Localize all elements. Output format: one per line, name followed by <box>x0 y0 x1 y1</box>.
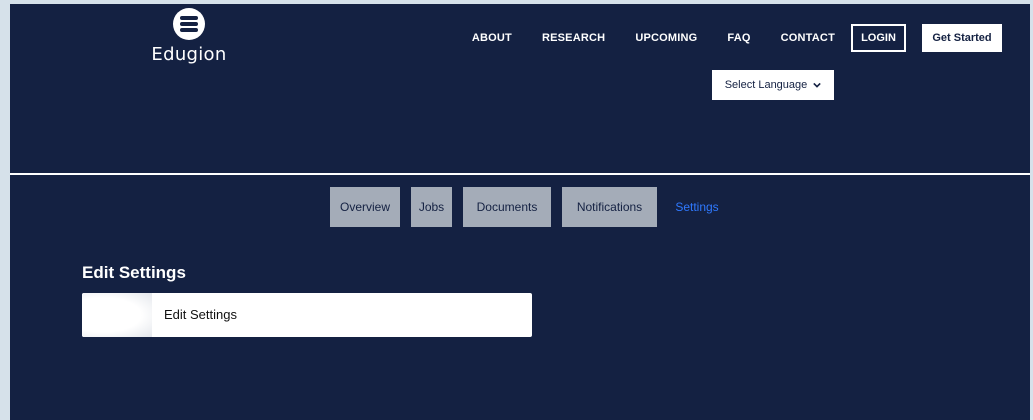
edit-settings-card[interactable]: Edit Settings <box>82 293 532 337</box>
language-select-label: Select Language <box>724 79 808 91</box>
nav-research-link[interactable]: RESEARCH <box>542 32 605 44</box>
login-button[interactable]: LOGIN <box>851 24 906 52</box>
dashboard-tabs: Overview Jobs Documents Notifications Se… <box>330 187 737 227</box>
tab-jobs[interactable]: Jobs <box>411 187 452 227</box>
get-started-button[interactable]: Get Started <box>922 24 1002 52</box>
tab-settings[interactable]: Settings <box>668 187 726 227</box>
tab-notifications[interactable]: Notifications <box>562 187 657 227</box>
card-shade <box>82 293 152 337</box>
nav-upcoming-link[interactable]: UPCOMING <box>635 32 697 44</box>
brand-logo[interactable]: Edugion <box>144 8 234 70</box>
language-select[interactable]: Select Language <box>712 70 834 100</box>
header-divider <box>10 173 1030 175</box>
tab-overview[interactable]: Overview <box>330 187 400 227</box>
tab-documents[interactable]: Documents <box>463 187 551 227</box>
page-frame: Edugion ABOUT RESEARCH UPCOMING FAQ CONT… <box>10 4 1030 420</box>
brand-name: Edugion <box>151 44 227 65</box>
section-title: Edit Settings <box>82 263 186 282</box>
book-stack-icon <box>173 8 205 40</box>
edit-settings-label: Edit Settings <box>164 307 237 322</box>
nav-contact-link[interactable]: CONTACT <box>781 32 835 44</box>
nav-about-link[interactable]: ABOUT <box>472 32 512 44</box>
chevron-down-icon <box>813 82 822 88</box>
main-nav: ABOUT RESEARCH UPCOMING FAQ CONTACT LOGI… <box>442 24 1002 52</box>
nav-faq-link[interactable]: FAQ <box>727 32 750 44</box>
